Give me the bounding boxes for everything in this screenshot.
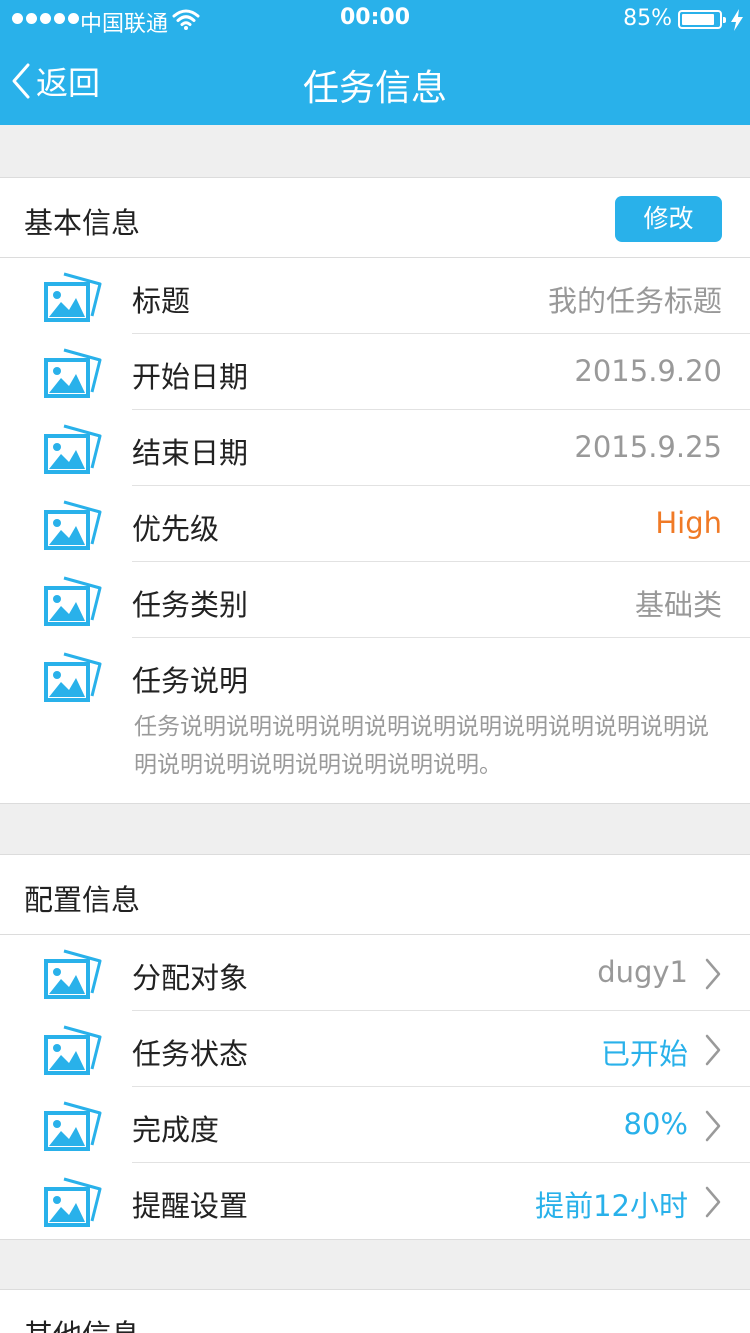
list-item-assignee[interactable]: 分配对象 dugy1 [0, 935, 750, 1011]
row-value: 2015.9.20 [574, 354, 722, 388]
row-label: 任务状态 [132, 1037, 249, 1071]
chevron-left-icon [12, 63, 30, 99]
list-item-start-date: 开始日期 2015.9.20 [0, 334, 750, 410]
row-label: 开始日期 [132, 360, 249, 394]
row-value: 基础类 [634, 588, 722, 622]
image-icon [44, 576, 102, 626]
description-text: 任务说明说明说明说明说明说明说明说明说明说明说明说明说明说明说明说明说明说明说明… [134, 714, 709, 778]
list-item-priority: 优先级 High [0, 486, 750, 562]
row-label: 优先级 [132, 512, 220, 546]
other-info-section: 其他信息 [0, 1289, 750, 1333]
section-header: 基本信息 修改 [0, 178, 750, 258]
row-value: 已开始 [600, 1037, 688, 1071]
list-item-reminder[interactable]: 提醒设置 提前12小时 [0, 1163, 750, 1239]
chevron-right-icon [705, 1110, 721, 1142]
row-label: 完成度 [132, 1113, 220, 1147]
row-label: 分配对象 [132, 961, 249, 995]
list-item-task-status[interactable]: 任务状态 已开始 [0, 1011, 750, 1087]
row-label: 结束日期 [132, 436, 249, 470]
row-value: dugy1 [597, 955, 688, 989]
nav-bar: 返回 任务信息 [0, 40, 750, 125]
image-icon [44, 1177, 102, 1227]
row-label: 提醒设置 [132, 1189, 249, 1223]
row-value: 提前12小时 [535, 1189, 688, 1223]
edit-button[interactable]: 修改 [615, 196, 722, 242]
row-label: 任务类别 [132, 588, 249, 622]
section-header: 其他信息 [0, 1290, 750, 1333]
priority-value: High [655, 506, 722, 540]
back-button[interactable]: 返回 [10, 59, 100, 103]
config-info-section: 配置信息 分配对象 dugy1 任务状态 已开始 完成度 80% 提醒设置 提前… [0, 854, 750, 1240]
image-icon [44, 1025, 102, 1075]
list-item-completion[interactable]: 完成度 80% [0, 1087, 750, 1163]
list-item-category: 任务类别 基础类 [0, 562, 750, 638]
chevron-right-icon [705, 1186, 721, 1218]
top-bar: 中国联通 00:00 85% 返回 任务信息 [0, 0, 750, 125]
chevron-right-icon [705, 1034, 721, 1066]
image-icon [44, 272, 102, 322]
list-item-end-date: 结束日期 2015.9.25 [0, 410, 750, 486]
row-value: 我的任务标题 [547, 284, 722, 318]
page-title: 任务信息 [302, 68, 447, 109]
list-item-description: 任务说明 任务说明说明说明说明说明说明说明说明说明说明说明说明说明说明说明说明说… [0, 638, 750, 804]
chevron-right-icon [705, 958, 721, 990]
row-label: 任务说明 [132, 664, 249, 698]
section-header: 配置信息 [0, 855, 750, 935]
section-title: 其他信息 [24, 1312, 140, 1333]
row-value: 2015.9.25 [574, 430, 722, 464]
image-icon [44, 500, 102, 550]
image-icon [44, 949, 102, 999]
image-icon [44, 652, 102, 702]
charging-icon [731, 9, 743, 31]
battery-percentage: 85% [623, 6, 672, 31]
list-item-title: 标题 我的任务标题 [0, 258, 750, 334]
section-title: 配置信息 [24, 883, 141, 917]
row-value: 80% [623, 1107, 688, 1141]
image-icon [44, 424, 102, 474]
basic-info-section: 基本信息 修改 标题 我的任务标题 开始日期 2015.9.20 结束日期 20… [0, 177, 750, 804]
section-title: 基本信息 [24, 206, 141, 240]
image-icon [44, 348, 102, 398]
status-bar: 中国联通 00:00 85% [0, 0, 750, 40]
row-label: 标题 [132, 284, 191, 318]
image-icon [44, 1101, 102, 1151]
back-label: 返回 [36, 64, 101, 102]
battery-icon [678, 10, 726, 29]
